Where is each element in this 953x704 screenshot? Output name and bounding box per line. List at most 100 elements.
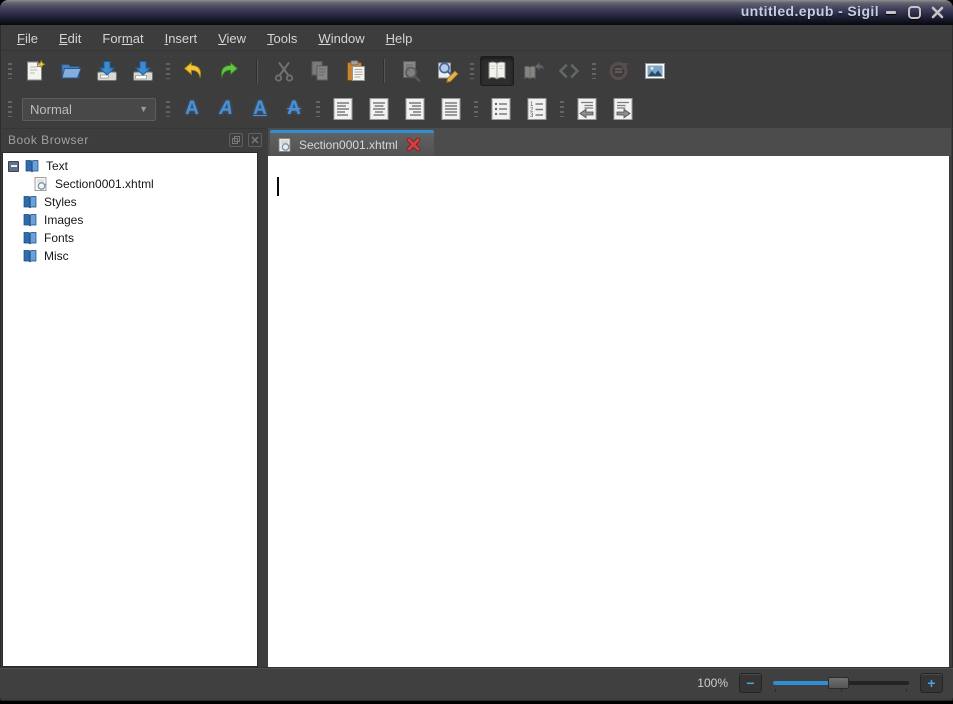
cut-button[interactable] <box>267 56 301 86</box>
book-folder-icon <box>22 248 38 264</box>
save-as-button[interactable] <box>126 56 160 86</box>
align-right-icon <box>403 97 427 121</box>
outdent-arrow-icon <box>575 97 599 121</box>
menu-file[interactable]: File <box>8 28 47 49</box>
editor-tabbar: Section0001.xhtml <box>268 128 951 156</box>
tree-item-section0001[interactable]: Section0001.xhtml <box>3 175 257 193</box>
book-folder-icon <box>24 158 40 174</box>
sigil-window: untitled.epub - Sigil File Edit Format I… <box>0 0 953 701</box>
maximize-icon <box>908 6 921 19</box>
tree-item-fonts[interactable]: Fonts <box>3 229 257 247</box>
menu-help[interactable]: Help <box>377 28 422 49</box>
float-dock-button[interactable] <box>229 133 243 147</box>
close-tab-icon[interactable] <box>406 137 421 152</box>
insert-image-button[interactable] <box>638 56 672 86</box>
numbered-list-icon: 1 2 3 <box>525 97 549 121</box>
align-justify-icon <box>439 97 463 121</box>
book-folder-icon <box>22 212 38 228</box>
minimize-button[interactable] <box>883 5 899 21</box>
menu-insert[interactable]: Insert <box>156 28 207 49</box>
underline-button[interactable]: A <box>243 94 277 124</box>
menu-format[interactable]: Format <box>93 28 152 49</box>
open-book-icon <box>485 59 509 83</box>
book-browser-dock: Book Browser <box>0 128 268 669</box>
editor-content-area[interactable] <box>268 156 949 669</box>
paste-button[interactable] <box>339 56 373 86</box>
copy-pages-icon <box>308 59 332 83</box>
window-title: untitled.epub - Sigil <box>741 3 879 19</box>
close-icon <box>251 136 259 144</box>
heading-style-select[interactable]: Normal ▼ <box>22 98 156 121</box>
close-dock-button[interactable] <box>248 133 262 147</box>
tree-item-label: Misc <box>44 249 69 263</box>
tab-section0001[interactable]: Section0001.xhtml <box>270 130 434 156</box>
align-right-button[interactable] <box>398 94 432 124</box>
open-folder-icon <box>59 59 83 83</box>
new-file-button[interactable] <box>18 56 52 86</box>
zoom-controls: 100% − + <box>697 673 943 693</box>
menu-window[interactable]: Window <box>309 28 373 49</box>
book-browser-title: Book Browser <box>8 133 89 147</box>
copy-button[interactable] <box>303 56 337 86</box>
align-left-button[interactable] <box>326 94 360 124</box>
tree-item-images[interactable]: Images <box>3 211 257 229</box>
tree-item-label: Section0001.xhtml <box>55 177 154 191</box>
zoom-in-button[interactable]: + <box>920 673 943 693</box>
zoom-slider[interactable] <box>773 675 909 691</box>
main-toolbar <box>0 51 953 90</box>
toolbar-handle[interactable] <box>470 63 474 79</box>
toolbar-handle[interactable] <box>592 63 596 79</box>
tree-item-styles[interactable]: Styles <box>3 193 257 211</box>
picture-icon <box>643 59 667 83</box>
split-view-button[interactable] <box>516 56 550 86</box>
save-as-icon <box>131 59 155 83</box>
close-icon <box>931 6 944 19</box>
heading-style-value: Normal <box>30 102 72 117</box>
book-folder-icon <box>22 194 38 210</box>
titlebar[interactable]: untitled.epub - Sigil <box>0 0 953 25</box>
menu-edit[interactable]: Edit <box>50 28 90 49</box>
toolbar-handle[interactable] <box>166 63 170 79</box>
toolbar-handle[interactable] <box>316 101 320 117</box>
maximize-button[interactable] <box>906 5 922 21</box>
zoom-percent-label: 100% <box>697 676 728 690</box>
align-justify-button[interactable] <box>434 94 468 124</box>
bold-button[interactable]: A <box>175 94 209 124</box>
strikethrough-button[interactable]: A <box>277 94 311 124</box>
tree-item-text[interactable]: Text <box>3 157 257 175</box>
save-button[interactable] <box>90 56 124 86</box>
open-file-button[interactable] <box>54 56 88 86</box>
zoom-out-button[interactable]: − <box>739 673 762 693</box>
tab-label: Section0001.xhtml <box>299 138 398 152</box>
chapter-break-button[interactable] <box>602 56 636 86</box>
format-toolbar: Normal ▼ A A A A <box>0 90 953 129</box>
book-view-button[interactable] <box>480 56 514 86</box>
save-icon <box>95 59 119 83</box>
zoom-slider-handle[interactable] <box>828 677 849 689</box>
find-button[interactable] <box>394 56 428 86</box>
toolbar-separator <box>256 59 257 83</box>
code-view-button[interactable] <box>552 56 586 86</box>
align-center-button[interactable] <box>362 94 396 124</box>
indent-button[interactable] <box>606 94 640 124</box>
redo-button[interactable] <box>212 56 246 86</box>
collapse-expander-icon[interactable] <box>8 161 19 172</box>
outdent-button[interactable] <box>570 94 604 124</box>
undo-button[interactable] <box>176 56 210 86</box>
numbered-list-button[interactable]: 1 2 3 <box>520 94 554 124</box>
toolbar-handle[interactable] <box>560 101 564 117</box>
bullet-list-button[interactable] <box>484 94 518 124</box>
toolbar-handle[interactable] <box>8 63 12 79</box>
italic-button[interactable]: A <box>209 94 243 124</box>
tree-item-label: Images <box>44 213 83 227</box>
find-replace-button[interactable] <box>430 56 464 86</box>
menu-tools[interactable]: Tools <box>258 28 306 49</box>
tree-item-misc[interactable]: Misc <box>3 247 257 265</box>
close-button[interactable] <box>929 5 945 21</box>
toolbar-handle[interactable] <box>166 101 170 117</box>
toolbar-handle[interactable] <box>8 101 12 117</box>
menu-view[interactable]: View <box>209 28 255 49</box>
book-browser-header: Book Browser <box>0 128 268 152</box>
html-file-icon <box>33 176 49 192</box>
toolbar-handle[interactable] <box>474 101 478 117</box>
